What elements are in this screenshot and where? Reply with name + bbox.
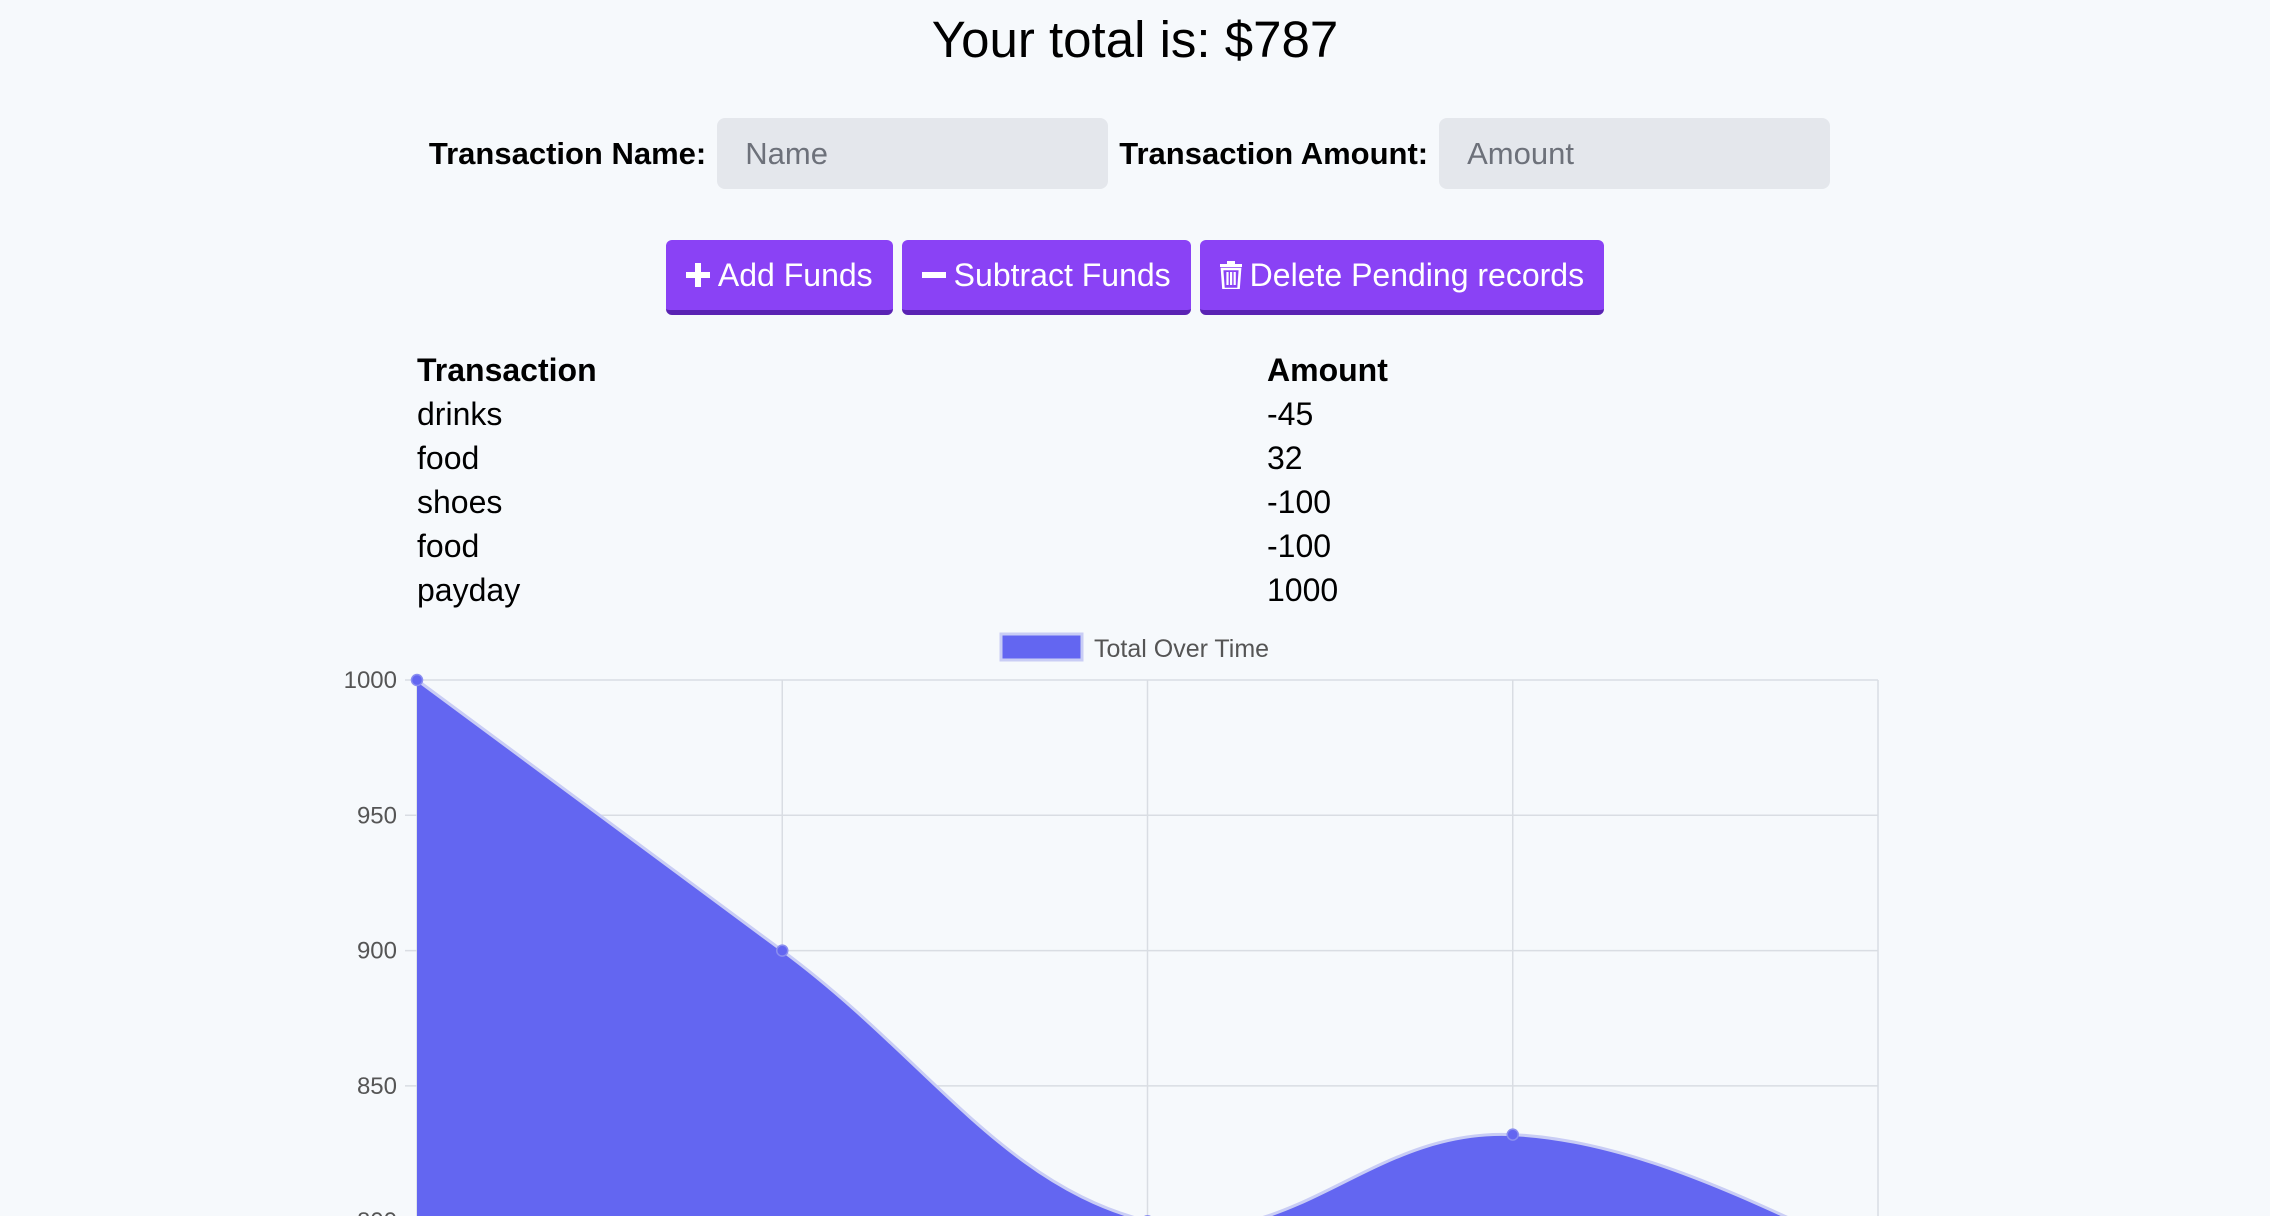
subtract-funds-label: Subtract Funds <box>953 256 1171 293</box>
legend-label: Total Over Time <box>1094 635 1269 663</box>
transaction-amount-label: Transaction Amount: <box>1119 135 1429 171</box>
table-row: drinks -45 <box>417 392 1877 436</box>
transaction-form: Transaction Name: Transaction Amount: <box>0 118 2270 189</box>
action-buttons: Add Funds Subtract Funds Delete Pending … <box>0 240 2270 315</box>
table-row: food 32 <box>417 436 1877 480</box>
y-tick-label: 800 <box>357 1208 397 1216</box>
chart-svg: 1000 950 900 850 800 Total Over Time <box>344 632 1879 1216</box>
y-tick-label: 1000 <box>344 667 397 694</box>
transaction-amount-cell: -45 <box>1267 395 1314 432</box>
transaction-amount-cell: 1000 <box>1267 571 1339 608</box>
total-heading: Your total is: $787 <box>931 11 1339 68</box>
data-point <box>776 944 789 957</box>
transaction-name-label: Transaction Name: <box>428 135 707 171</box>
transaction-name-cell: drinks <box>417 395 503 432</box>
transactions-table: Transaction Amount drinks -45 food 32 sh… <box>417 348 1877 612</box>
y-tick-label: 900 <box>357 938 397 965</box>
subtract-funds-button[interactable]: Subtract Funds <box>901 240 1191 315</box>
chart-y-ticks: 1000 950 900 850 800 <box>344 667 397 1216</box>
table-header-row: Transaction Amount <box>417 348 1877 392</box>
header-transaction: Transaction <box>417 351 597 388</box>
table-row: payday 1000 <box>417 568 1877 612</box>
total-chart: 1000 950 900 850 800 Total Over Time <box>0 618 2270 1216</box>
transaction-amount-input[interactable] <box>1439 118 1831 189</box>
transaction-amount-cell: -100 <box>1267 483 1332 520</box>
table-row: food -100 <box>417 524 1877 568</box>
transaction-name-cell: shoes <box>417 483 503 520</box>
add-funds-button[interactable]: Add Funds <box>665 240 893 315</box>
delete-pending-button[interactable]: Delete Pending records <box>1199 240 1605 315</box>
data-point <box>410 673 424 687</box>
table-row: shoes -100 <box>417 480 1877 524</box>
y-tick-label: 850 <box>357 1073 397 1100</box>
transaction-amount-cell: 32 <box>1267 439 1303 476</box>
trash-icon <box>1219 261 1242 289</box>
chart-legend: Total Over Time <box>999 632 1269 663</box>
legend-swatch <box>999 632 1084 662</box>
transaction-amount-cell: -100 <box>1267 527 1332 564</box>
budget-tracker-page: Your total is: $787 Transaction Name: Tr… <box>0 0 2270 1216</box>
transaction-name-cell: food <box>417 439 480 476</box>
delete-pending-label: Delete Pending records <box>1249 256 1585 293</box>
transaction-name-cell: payday <box>417 571 521 608</box>
transaction-name-input[interactable] <box>717 118 1109 189</box>
header-amount: Amount <box>1267 351 1388 388</box>
plus-icon <box>685 263 710 287</box>
data-point <box>1506 1128 1519 1141</box>
transaction-name-cell: food <box>417 527 480 564</box>
y-tick-label: 950 <box>357 802 397 829</box>
add-funds-label: Add Funds <box>717 256 873 293</box>
minus-icon <box>921 263 946 287</box>
